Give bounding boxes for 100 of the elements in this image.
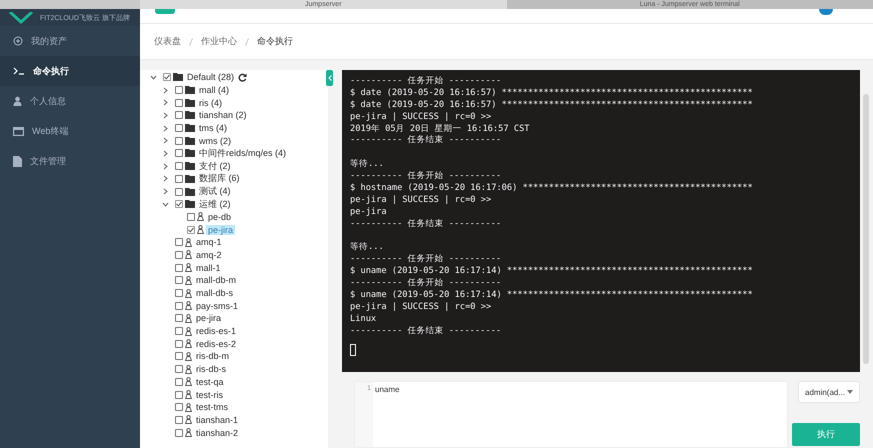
person-outline-icon xyxy=(185,339,192,348)
checkbox[interactable] xyxy=(175,276,183,284)
tree-node-label[interactable]: amq-2 xyxy=(194,250,224,260)
checkbox[interactable] xyxy=(175,390,183,399)
tree-node-label[interactable]: ris-db-s xyxy=(194,364,228,374)
scrollbar-thumb[interactable] xyxy=(863,94,869,364)
person-outline-icon xyxy=(185,428,192,438)
tree-node-label[interactable]: mall-db-m xyxy=(194,275,238,286)
tree-node-label[interactable]: pe-db xyxy=(206,212,234,222)
breadcrumb-item[interactable]: 仪表盘 xyxy=(154,35,181,48)
tree-node-label[interactable]: wms (2) xyxy=(197,136,233,146)
caret-right-icon[interactable] xyxy=(162,162,169,170)
menu-toggle-button[interactable] xyxy=(155,9,175,14)
checkbox[interactable] xyxy=(175,98,183,107)
terminal-cursor xyxy=(350,344,356,356)
person-outline-icon xyxy=(185,390,192,400)
checkbox[interactable] xyxy=(175,124,183,132)
terminal-line: pe-jira | SUCCESS | rc=0 >> xyxy=(350,302,492,314)
sidebar-item[interactable]: 我的资产 xyxy=(0,26,140,56)
tree-node-label[interactable]: tianshan-1 xyxy=(194,414,240,425)
user-icon xyxy=(13,96,22,106)
person-outline-icon xyxy=(197,225,204,234)
checkbox[interactable] xyxy=(175,174,183,183)
tree-node-label[interactable]: redis-es-2 xyxy=(194,338,238,349)
checkbox[interactable] xyxy=(175,200,183,208)
terminal-line: Linux xyxy=(350,314,378,326)
tree-node-label[interactable]: test-ris xyxy=(194,390,225,400)
collapse-panel-button[interactable] xyxy=(326,70,333,86)
sidebar-item[interactable]: Web终端 xyxy=(0,116,140,146)
checkbox[interactable] xyxy=(175,111,183,120)
terminal-line: $ date (2019-05-20 16:16:57) ************************************************ xyxy=(350,88,754,100)
terminal-line: 等待... xyxy=(350,159,385,172)
tree-node-label[interactable]: mall (4) xyxy=(197,85,232,96)
caret-down-icon[interactable] xyxy=(150,74,157,81)
tree-node-label[interactable]: mall-db-s xyxy=(194,288,236,298)
user-select[interactable]: admin(ad... xyxy=(798,381,860,403)
checkbox[interactable] xyxy=(175,289,183,298)
caret-right-icon[interactable] xyxy=(162,175,169,182)
tree-node-label[interactable]: redis-es-1 xyxy=(194,326,238,336)
checkbox[interactable] xyxy=(175,365,183,374)
checkbox[interactable] xyxy=(187,226,195,234)
caret-right-icon[interactable] xyxy=(162,124,169,132)
checkbox[interactable] xyxy=(175,416,183,424)
refresh-icon[interactable] xyxy=(238,72,248,82)
caret-right-icon[interactable] xyxy=(162,112,169,119)
checkbox[interactable] xyxy=(187,212,195,221)
tree-node-label[interactable]: 数据库 (6) xyxy=(197,172,242,186)
terminal-line: pe-jira | SUCCESS | rc=0 >> xyxy=(350,112,492,124)
checkbox[interactable] xyxy=(175,302,183,310)
tree-node-label[interactable]: ris (4) xyxy=(197,98,224,108)
tree-node-label[interactable]: mall-1 xyxy=(194,262,223,273)
dropdown-caret-icon xyxy=(847,390,853,394)
avatar-icon[interactable] xyxy=(819,9,833,15)
checkbox[interactable] xyxy=(175,428,183,437)
terminal-line: $ hostname (2019-05-20 16:17:06) ******************************************** xyxy=(350,183,754,195)
person-outline-icon xyxy=(197,212,204,222)
checkbox[interactable] xyxy=(175,378,183,386)
sidebar-item[interactable]: 文件管理 xyxy=(0,146,140,176)
caret-right-icon[interactable] xyxy=(162,150,169,157)
caret-right-icon[interactable] xyxy=(162,86,169,94)
checkbox[interactable] xyxy=(175,136,183,145)
checkbox[interactable] xyxy=(163,73,171,82)
terminal-prompt-icon xyxy=(13,66,25,76)
terminal-line: 2019年 05月 20日 星期一 16:16:57 CST xyxy=(350,124,531,135)
caret-right-icon[interactable] xyxy=(162,99,169,106)
checkbox[interactable] xyxy=(175,238,183,246)
checkbox[interactable] xyxy=(175,149,183,158)
person-outline-icon xyxy=(185,326,192,336)
tree-node-label[interactable]: amq-1 xyxy=(194,237,224,248)
checkbox[interactable] xyxy=(175,403,183,412)
caret-right-icon[interactable] xyxy=(162,137,169,144)
checkbox[interactable] xyxy=(175,188,183,196)
checkbox[interactable] xyxy=(175,352,183,360)
tree-node-label[interactable]: tianshan (2) xyxy=(197,110,249,120)
tree-node-label[interactable]: ris-db-m xyxy=(194,351,231,362)
sidebar-item[interactable]: 命令执行 xyxy=(0,56,140,86)
checkbox[interactable] xyxy=(175,250,183,259)
checkbox[interactable] xyxy=(175,340,183,348)
tree-node-label[interactable]: 中间件reids/mq/es (4) xyxy=(197,146,288,160)
tree-node-label[interactable]: tms (4) xyxy=(197,123,229,134)
tree-node-label[interactable]: test-tms xyxy=(194,402,230,412)
checkbox[interactable] xyxy=(175,264,183,272)
sidebar-item[interactable]: 个人信息 xyxy=(0,86,140,116)
chevron-left-icon xyxy=(328,75,332,81)
tree-node-label[interactable]: 支付 (2) xyxy=(197,160,232,173)
caret-right-icon[interactable] xyxy=(162,188,169,196)
tree-node-label[interactable]: pe-jira xyxy=(194,313,224,324)
breadcrumb-item[interactable]: 作业中心 xyxy=(201,35,237,48)
tree-node-label[interactable]: Default (28) xyxy=(185,72,236,82)
tree-node-label[interactable]: 测试 (4) xyxy=(197,185,232,198)
tree-node-label[interactable]: tianshan-2 xyxy=(194,428,240,438)
tree-node-label[interactable]: pay-sms-1 xyxy=(194,300,240,311)
tree-node-label[interactable]: test-qa xyxy=(194,376,226,387)
caret-down-icon[interactable] xyxy=(162,200,169,208)
checkbox[interactable] xyxy=(175,314,183,322)
terminal-line: 等待... xyxy=(350,242,385,254)
tree-node-label[interactable]: 运维 (2) xyxy=(197,198,232,211)
checkbox[interactable] xyxy=(175,86,183,94)
checkbox[interactable] xyxy=(175,327,183,336)
checkbox[interactable] xyxy=(175,162,183,170)
